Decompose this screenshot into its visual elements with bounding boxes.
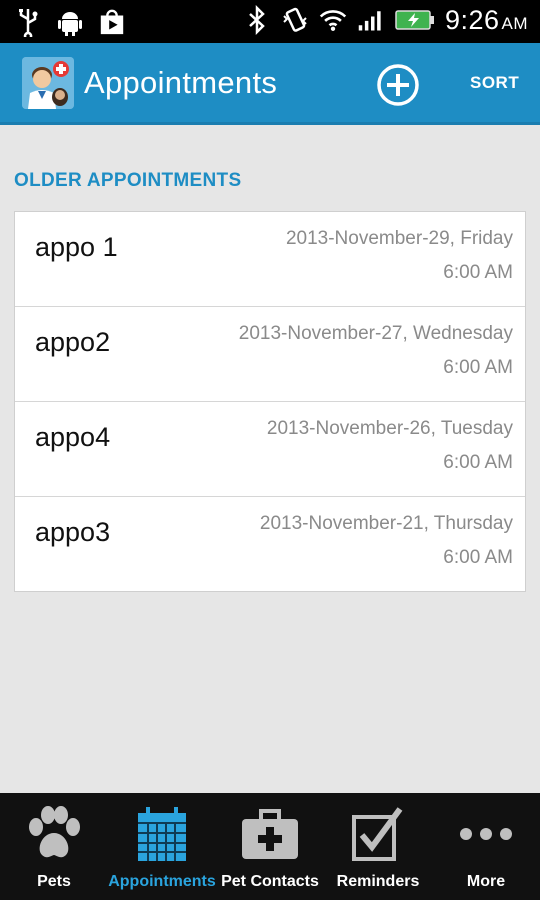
action-bar: Appointments SORT — [0, 43, 540, 125]
signal-icon — [357, 4, 385, 36]
calendar-icon — [130, 803, 194, 865]
appointment-list: appo 1 2013-November-29, Friday 6:00 AM … — [14, 211, 526, 592]
nav-label: More — [466, 873, 506, 890]
nav-label: Reminders — [336, 873, 420, 890]
sort-button[interactable]: SORT — [470, 73, 519, 93]
appointment-date: 2013-November-21, Thursday — [259, 513, 513, 534]
list-item[interactable]: appo 1 2013-November-29, Friday 6:00 AM — [15, 212, 525, 307]
first-aid-kit-icon — [238, 803, 302, 865]
nav-label: Pet Contacts — [221, 873, 319, 890]
nav-item-pet-contacts[interactable]: Pet Contacts — [216, 793, 324, 900]
nav-label: Pets — [37, 873, 71, 890]
appointment-date: 2013-November-27, Wednesday — [238, 323, 513, 344]
nav-item-reminders[interactable]: Reminders — [324, 793, 432, 900]
appointment-time: 6:00 AM — [443, 357, 513, 378]
appointment-time: 6:00 AM — [443, 262, 513, 283]
status-time: 9:26 AM — [444, 4, 528, 35]
appointment-date: 2013-November-29, Friday — [285, 228, 513, 249]
appointment-name: appo3 — [35, 517, 111, 547]
page-title: Appointments — [84, 65, 278, 100]
appointment-time: 6:00 AM — [443, 452, 513, 473]
section-header: OLDER APPOINTMENTS — [14, 170, 242, 191]
list-item[interactable]: appo3 2013-November-21, Thursday 6:00 AM — [15, 497, 525, 591]
checkbox-icon — [346, 803, 410, 865]
list-item[interactable]: appo2 2013-November-27, Wednesday 6:00 A… — [15, 307, 525, 402]
wifi-icon — [319, 4, 347, 36]
nav-label: Appointments — [108, 873, 216, 890]
appointment-name: appo 1 — [35, 232, 118, 262]
nav-item-more[interactable]: More — [432, 793, 540, 900]
more-dots-icon — [454, 803, 518, 865]
usb-icon — [14, 6, 42, 38]
vibrate-icon — [281, 4, 309, 36]
battery-charging-icon — [395, 4, 435, 36]
list-item[interactable]: appo4 2013-November-26, Tuesday 6:00 AM — [15, 402, 525, 497]
add-circle-icon — [377, 64, 419, 106]
android-debug-icon — [56, 6, 84, 38]
appointment-name: appo2 — [35, 327, 111, 357]
vet-logo-icon[interactable] — [22, 57, 74, 109]
appointment-date: 2013-November-26, Tuesday — [266, 418, 513, 439]
play-store-icon — [98, 6, 126, 38]
bottom-nav: Pets Appointments Pet Contacts Reminders… — [0, 793, 540, 900]
appointment-name: appo4 — [35, 422, 111, 452]
nav-item-appointments[interactable]: Appointments — [108, 793, 216, 900]
paw-icon — [22, 803, 86, 865]
add-appointment-button[interactable] — [376, 63, 420, 107]
bluetooth-icon — [243, 4, 271, 36]
appointment-time: 6:00 AM — [443, 547, 513, 568]
status-bar: 9:26 AM — [0, 0, 540, 43]
nav-item-pets[interactable]: Pets — [0, 793, 108, 900]
